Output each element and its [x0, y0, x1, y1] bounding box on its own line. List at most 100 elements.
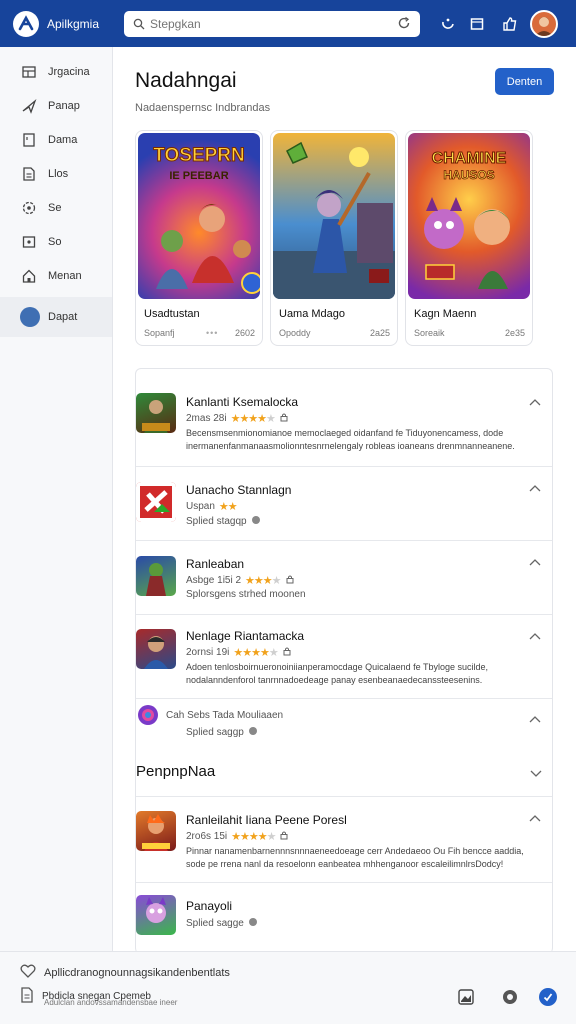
chevron-down-icon[interactable] — [530, 765, 542, 783]
chevron-up-icon[interactable] — [528, 811, 542, 825]
item-meta: Splorsgens strhed moonen — [186, 589, 306, 600]
sidebar-item-3[interactable]: Llos — [0, 157, 112, 191]
svg-text:TOSEPRN: TOSEPRN — [153, 145, 245, 166]
rating-stars: ★★★★★ — [231, 831, 276, 843]
app-title: Apilkgmia — [47, 16, 100, 31]
sidebar-item-label: Llos — [48, 168, 69, 180]
card-number: 2a25 — [369, 328, 390, 338]
footer-text: Apllicdranognounnagsikandenbentlats — [44, 966, 230, 979]
sidebar-item-1[interactable]: Panap — [0, 89, 112, 123]
app-thumbnail — [136, 393, 176, 433]
game-art-image: TOSEPRN IE PEEBAR — [138, 133, 260, 299]
sidebar-item-6[interactable]: Menan — [0, 259, 112, 293]
top-bar: Apilkgmia — [0, 0, 576, 47]
item-date: 2ro6s 15i — [186, 831, 228, 842]
rating-stars: ★★★★★ — [233, 647, 278, 659]
item-meta: Asbge 1i5i 2 ★★★★ — [186, 574, 295, 587]
card-dots: ••• — [206, 328, 219, 338]
sync-icon[interactable] — [438, 14, 458, 34]
game-art-image — [273, 133, 395, 299]
app-thumbnail — [136, 629, 176, 669]
lock-icon — [282, 646, 292, 659]
list-item[interactable]: Nenlage Riantamacka 2ornsi 19i ★★★★★ Ado… — [136, 615, 552, 699]
card-number: 2e35 — [504, 328, 525, 338]
item-subtitle: Splorsgens strhed moonen — [186, 589, 306, 600]
image-icon — [20, 233, 38, 251]
send-icon — [20, 97, 38, 115]
item-title: Ranleaban — [186, 557, 245, 571]
chevron-up-icon[interactable] — [528, 481, 542, 495]
list-item[interactable]: Ranleaban Asbge 1i5i 2 ★★★★ Splorsgens s… — [136, 541, 552, 615]
card-number: 2602 — [234, 328, 255, 338]
info-icon — [248, 726, 258, 739]
list-item[interactable]: Uanacho Stannlagn Uspan ★★ Splied stagqp — [136, 467, 552, 541]
sidebar-item-2[interactable]: Dama — [0, 123, 112, 157]
item-subtitle: Uspan — [186, 501, 215, 512]
home-icon — [20, 267, 38, 285]
settings-icon[interactable] — [500, 987, 520, 1007]
app-logo-icon[interactable] — [13, 10, 39, 37]
search-icon — [128, 13, 150, 35]
section-header[interactable]: PenpnpNaa — [136, 747, 552, 797]
document-icon — [20, 987, 34, 1006]
list-item[interactable]: Cah Sebs Tada Mouliaaen Splied saggp — [136, 699, 552, 751]
card-meta: Opoddy — [279, 328, 311, 338]
chevron-up-icon[interactable] — [528, 555, 542, 569]
item-description: Becensmsenmionomianoe memoclaeged oidanf… — [186, 428, 515, 451]
section-title: PenpnpNaa — [136, 763, 216, 780]
list-item[interactable]: Kanlanti Ksemalocka 2mas 28i ★★★★★ Becen… — [136, 369, 552, 467]
chevron-up-icon[interactable] — [528, 629, 542, 643]
sidebar-item-label: So — [48, 236, 62, 248]
rating-stars: ★★★★★ — [230, 413, 276, 425]
item-subtitle: Splied saggp — [186, 727, 244, 738]
app-list: Kanlanti Ksemalocka 2mas 28i ★★★★★ Becen… — [135, 368, 553, 954]
footer-small-text: Adulclan andovssamandensbae ineer — [44, 998, 178, 1007]
list-item[interactable]: Panayoli Splied sagge — [136, 883, 552, 953]
lock-icon — [279, 412, 289, 425]
page-title: Nadahngai — [135, 69, 237, 92]
heart-icon — [20, 964, 36, 981]
list-item[interactable]: Ranleilahit Iiana Peene Poresl 2ro6s 15i… — [136, 797, 552, 883]
sidebar-item-0[interactable]: Jrgacina — [0, 55, 112, 89]
app-thumbnail — [136, 811, 176, 851]
item-title: Uanacho Stannlagn — [186, 483, 292, 497]
item-meta: Uspan ★★ — [186, 500, 238, 513]
svg-text:HAUSOS: HAUSOS — [443, 168, 494, 182]
chevron-up-icon[interactable] — [528, 395, 542, 409]
info-icon — [248, 917, 258, 930]
sidebar-item-label: Panap — [48, 100, 80, 112]
app-thumbnail — [136, 556, 176, 596]
featured-cards: TOSEPRN IE PEEBAR Usadtustan Sopanfj •••… — [135, 130, 555, 346]
item-date: 2mas 28i — [186, 413, 227, 424]
thumbs-up-icon[interactable] — [500, 14, 520, 34]
sidebar-item-4[interactable]: Se — [0, 191, 112, 225]
item-description: Pinnar nanamenbarnennnsnnnaeneedoeage ce… — [186, 846, 524, 869]
item-title: Kanlanti Ksemalocka — [186, 395, 299, 409]
rating-stars: ★★ — [218, 501, 238, 513]
app-thumbnail — [136, 482, 176, 522]
primary-button[interactable]: Denten — [495, 68, 554, 95]
sidebar-item-7[interactable]: Dapat — [0, 297, 112, 337]
item-subtitle: Splied sagge — [186, 918, 244, 929]
image-icon[interactable] — [456, 987, 476, 1007]
chevron-up-icon[interactable] — [528, 712, 542, 726]
tablet-icon[interactable] — [467, 14, 487, 34]
search-bar[interactable] — [124, 11, 420, 37]
footer-line[interactable]: Apllicdranognounnagsikandenbentlats — [20, 964, 230, 981]
sidebar-item-5[interactable]: So — [0, 225, 112, 259]
item-subtitle: Splied stagqp — [186, 516, 247, 527]
item-meta: 2ornsi 19i ★★★★★ — [186, 646, 292, 659]
card-title: Kagn Maenn — [414, 308, 477, 320]
card-meta: Soreaik — [414, 328, 445, 338]
search-input[interactable] — [150, 17, 370, 31]
item-meta: Splied sagge — [186, 917, 258, 930]
item-title: Cah Sebs Tada Mouliaaen — [166, 710, 284, 721]
featured-card[interactable]: TOSEPRN IE PEEBAR Usadtustan Sopanfj •••… — [135, 130, 263, 346]
featured-card[interactable]: Uama Mdago Opoddy 2a25 — [270, 130, 398, 346]
user-avatar[interactable] — [530, 10, 558, 38]
refresh-icon[interactable] — [396, 15, 412, 36]
item-meta: Splied stagqp — [186, 515, 261, 528]
featured-card[interactable]: CHAMINE HAUSOS Kagn Maenn Soreaik 2e35 — [405, 130, 533, 346]
help-icon[interactable] — [538, 987, 558, 1007]
item-meta: 2ro6s 15i ★★★★★ — [186, 830, 289, 843]
